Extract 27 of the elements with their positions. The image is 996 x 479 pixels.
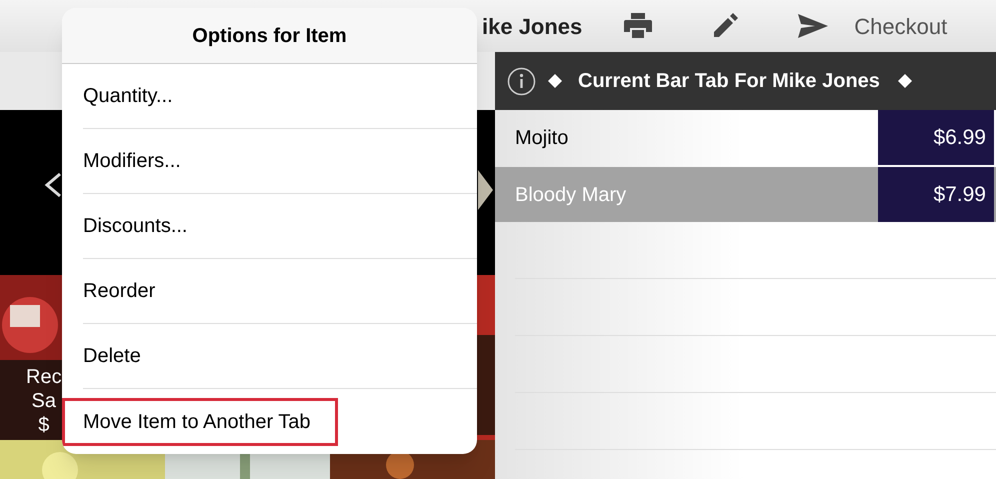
menu-option[interactable]: Discounts... bbox=[83, 211, 188, 241]
chevron-left-icon[interactable] bbox=[44, 172, 62, 198]
menu-option[interactable]: Modifiers... bbox=[83, 146, 181, 176]
diamond-icon bbox=[898, 74, 912, 88]
menu-option[interactable]: Move Item to Another Tab bbox=[62, 398, 338, 446]
info-icon[interactable] bbox=[507, 66, 536, 96]
item-name: Bloody Mary bbox=[514, 182, 628, 208]
chevron-right-icon[interactable] bbox=[478, 170, 495, 210]
item-name: Mojito bbox=[514, 126, 570, 150]
popover-title: Options for Item bbox=[192, 24, 347, 48]
item-price: $7.99 bbox=[878, 167, 994, 222]
diamond-icon bbox=[548, 74, 562, 88]
tile-caption: $ bbox=[38, 413, 50, 437]
tile-caption: Sa bbox=[32, 389, 56, 413]
tab-item-row[interactable]: Mojito $6.99 bbox=[495, 110, 996, 165]
order-title: ike Jones bbox=[482, 12, 582, 40]
printer-icon[interactable] bbox=[624, 13, 652, 39]
send-icon[interactable] bbox=[798, 14, 828, 38]
menu-option[interactable]: Delete bbox=[83, 341, 141, 371]
menu-option[interactable]: Reorder bbox=[83, 276, 156, 306]
checkout-button[interactable]: Checkout bbox=[854, 10, 948, 42]
tab-item-row[interactable]: Bloody Mary $7.99 bbox=[495, 167, 996, 222]
pencil-icon[interactable] bbox=[712, 13, 738, 39]
item-price: $6.99 bbox=[878, 110, 994, 165]
tile-caption: Rec bbox=[26, 365, 62, 389]
tab-title: Current Bar Tab For Mike Jones bbox=[578, 69, 880, 94]
menu-option[interactable]: Quantity... bbox=[83, 81, 173, 111]
